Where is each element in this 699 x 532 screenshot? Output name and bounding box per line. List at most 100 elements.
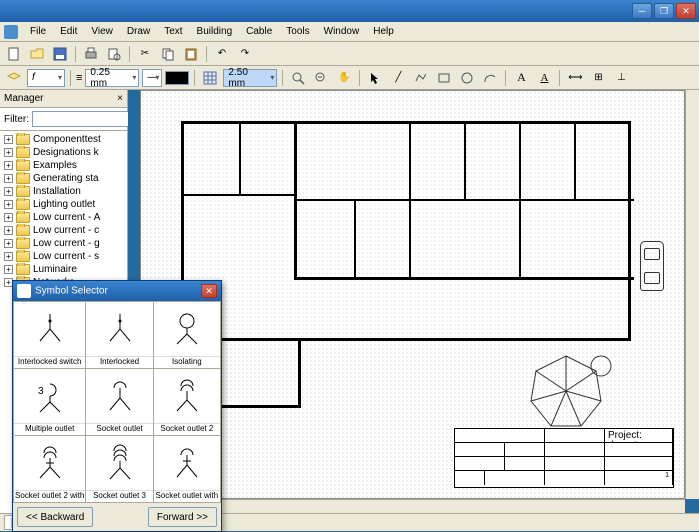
menu-draw[interactable]: Draw [121, 24, 156, 39]
expand-icon[interactable]: + [4, 265, 13, 274]
forward-button[interactable]: Forward >> [148, 507, 217, 527]
menu-text[interactable]: Text [158, 24, 188, 39]
floor-plan [181, 121, 631, 341]
lineweight-combo[interactable]: 0.25 mm [85, 69, 139, 87]
expand-icon[interactable]: + [4, 200, 13, 209]
tree-label: Lighting outlet [33, 199, 95, 210]
car-symbol [640, 241, 664, 291]
dialog-title: Symbol Selector [35, 286, 108, 297]
manager-title: Manager [4, 93, 43, 104]
symbol-label: Socket outlet 2 with [14, 490, 85, 502]
dimension-button[interactable]: ⟷ [565, 68, 585, 88]
folder-icon [16, 147, 30, 158]
menu-file[interactable]: File [24, 24, 52, 39]
toolbar-standard: ✂ ↶ ↷ [0, 42, 699, 66]
linetype-combo[interactable]: — [142, 69, 162, 87]
text-style-button[interactable]: A [534, 68, 554, 88]
expand-icon[interactable]: + [4, 226, 13, 235]
circle-button[interactable] [457, 68, 477, 88]
tree-item[interactable]: +Low current - g [2, 237, 125, 250]
undo-button[interactable]: ↶ [212, 44, 232, 64]
menu-tools[interactable]: Tools [280, 24, 315, 39]
tree-label: Designations k [33, 147, 99, 158]
maximize-button[interactable]: ❐ [654, 3, 674, 19]
redo-button[interactable]: ↷ [235, 44, 255, 64]
copy-button[interactable] [158, 44, 178, 64]
grid-button[interactable] [200, 68, 220, 88]
symbol-cell[interactable]: Interlocked [86, 302, 152, 368]
print-button[interactable] [81, 44, 101, 64]
arc-button[interactable] [480, 68, 500, 88]
expand-icon[interactable]: + [4, 135, 13, 144]
symbol-cell[interactable]: Socket outlet with [154, 436, 220, 502]
folder-icon [16, 251, 30, 262]
pan-button[interactable]: ✋ [334, 68, 354, 88]
open-button[interactable] [27, 44, 47, 64]
backward-button[interactable]: << Backward [17, 507, 93, 527]
folder-icon [16, 199, 30, 210]
symbol-cell[interactable]: Socket outlet [86, 369, 152, 435]
symbol-cell[interactable]: Socket outlet 3 [86, 436, 152, 502]
zoom-in-button[interactable] [288, 68, 308, 88]
rect-button[interactable] [434, 68, 454, 88]
tree-label: Low current - c [33, 225, 99, 236]
panel-close-icon[interactable]: × [117, 93, 123, 104]
folder-icon [16, 173, 30, 184]
layer-button[interactable] [4, 68, 24, 88]
line-button[interactable]: ╱ [388, 68, 408, 88]
pointer-button[interactable] [365, 68, 385, 88]
text-button[interactable]: A [511, 68, 531, 88]
menu-cable[interactable]: Cable [240, 24, 278, 39]
color-swatch[interactable] [165, 71, 189, 85]
menu-edit[interactable]: Edit [54, 24, 83, 39]
symbol-cell[interactable]: Socket outlet 2 with [14, 436, 85, 502]
tree-item[interactable]: +Low current - s [2, 250, 125, 263]
expand-icon[interactable]: + [4, 148, 13, 157]
tree-item[interactable]: +Installation [2, 185, 125, 198]
expand-icon[interactable]: + [4, 187, 13, 196]
vertical-scrollbar[interactable] [685, 90, 699, 499]
menu-view[interactable]: View [85, 24, 119, 39]
new-button[interactable] [4, 44, 24, 64]
symbol-selector-titlebar[interactable]: Symbol Selector ✕ [13, 281, 221, 301]
tree-item[interactable]: +Examples [2, 159, 125, 172]
title-block: Project: demo1 1 [454, 428, 674, 488]
close-button[interactable]: ✕ [676, 3, 696, 19]
font-combo[interactable]: f [27, 69, 65, 87]
symbol-cell[interactable]: 3Multiple outlet [14, 369, 85, 435]
expand-icon[interactable]: + [4, 161, 13, 170]
expand-icon[interactable]: + [4, 174, 13, 183]
tree-item[interactable]: +Generating sta [2, 172, 125, 185]
tree-item[interactable]: + Designations k [2, 146, 125, 159]
menu-building[interactable]: Building [191, 24, 239, 39]
symbol-cell[interactable]: Interlocked switch [14, 302, 85, 368]
tree-item[interactable]: + Lighting outlet [2, 198, 125, 211]
dialog-close-button[interactable]: ✕ [201, 284, 217, 298]
snap-button[interactable]: ⊞ [588, 68, 608, 88]
minimize-button[interactable]: ─ [632, 3, 652, 19]
folder-icon [16, 134, 30, 145]
expand-icon[interactable]: + [4, 252, 13, 261]
cut-button[interactable]: ✂ [135, 44, 155, 64]
tree-item[interactable]: +Componenttest [2, 133, 125, 146]
print-preview-button[interactable] [104, 44, 124, 64]
polyline-button[interactable] [411, 68, 431, 88]
ortho-button[interactable]: ⊥ [611, 68, 631, 88]
paste-button[interactable] [181, 44, 201, 64]
menu-window[interactable]: Window [318, 24, 366, 39]
dimstyle-combo[interactable]: 2.50 mm [223, 69, 277, 87]
menu-help[interactable]: Help [367, 24, 400, 39]
symbol-cell[interactable]: Socket outlet 2 [154, 369, 220, 435]
tree-item[interactable]: + Low current - c [2, 224, 125, 237]
folder-icon [16, 238, 30, 249]
tree-item[interactable]: +Luminaire [2, 263, 125, 276]
symbol-selector-dialog[interactable]: Symbol Selector ✕ Interlocked switch Int… [12, 280, 222, 532]
symbol-label: Socket outlet with [154, 490, 220, 502]
symbol-cell[interactable]: Isolating [154, 302, 220, 368]
tree-item[interactable]: +Low current - A [2, 211, 125, 224]
expand-icon[interactable]: + [4, 213, 13, 222]
zoom-extents-button[interactable] [311, 68, 331, 88]
dialog-icon [17, 284, 31, 298]
save-button[interactable] [50, 44, 70, 64]
expand-icon[interactable]: + [4, 239, 13, 248]
